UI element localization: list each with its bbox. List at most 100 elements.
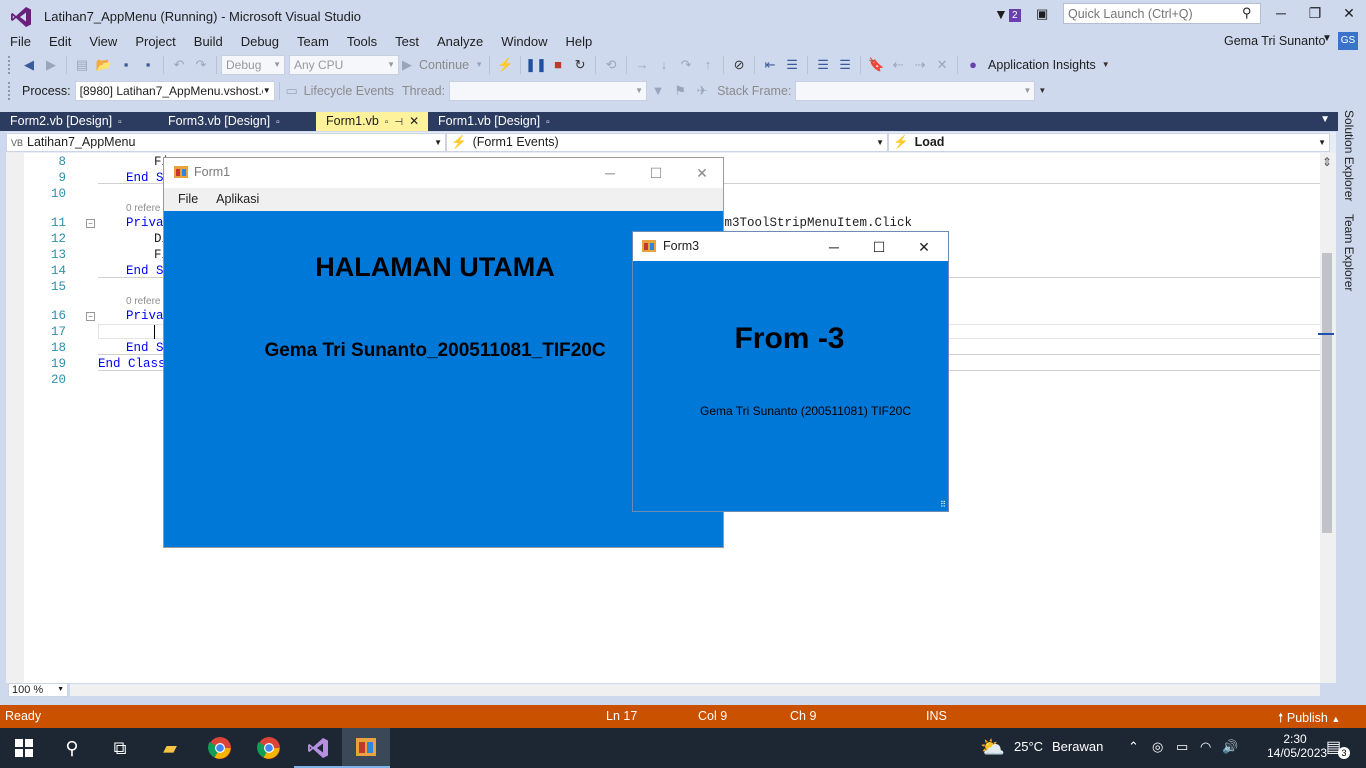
- redo-icon[interactable]: ↷: [190, 54, 212, 76]
- tab-form1-design[interactable]: Form1.vb [Design] ▫: [428, 112, 586, 131]
- toolbar-grip[interactable]: [8, 82, 12, 100]
- battery-icon[interactable]: ▭: [1176, 739, 1188, 755]
- chevron-down-icon[interactable]: ▼: [1322, 33, 1332, 44]
- show-next-statement-icon[interactable]: →: [631, 54, 653, 76]
- zoom-select[interactable]: 100 % ▼: [8, 683, 68, 697]
- thread-select[interactable]: ▼: [449, 81, 648, 101]
- step-out-icon[interactable]: ↑: [697, 54, 719, 76]
- split-icon[interactable]: ⇕: [1322, 155, 1332, 169]
- platform-select[interactable]: Any CPU ▼: [289, 55, 399, 75]
- notification-count-badge[interactable]: 3: [1338, 747, 1350, 759]
- menu-view[interactable]: View: [79, 33, 125, 51]
- restart-icon[interactable]: ↻: [569, 54, 591, 76]
- running-app-icon[interactable]: [342, 728, 390, 768]
- form1-menu-file[interactable]: File: [164, 188, 206, 211]
- indent-icon[interactable]: ☰: [812, 54, 834, 76]
- maximize-button[interactable]: ☐: [857, 236, 901, 258]
- process-select[interactable]: [8980] Latihan7_AppMenu.vshost.e ▼: [74, 81, 275, 101]
- flag-threads-icon[interactable]: ✈: [691, 80, 713, 102]
- pause-icon[interactable]: ❚❚: [525, 54, 547, 76]
- user-name[interactable]: Gema Tri Sunanto: [1224, 34, 1325, 48]
- horizontal-scrollbar[interactable]: [70, 684, 1320, 696]
- chrome-icon[interactable]: [196, 728, 244, 768]
- menu-debug[interactable]: Debug: [231, 33, 287, 51]
- bookmark-icon[interactable]: 🔖: [865, 54, 887, 76]
- code-line[interactable]: End Class: [98, 357, 166, 371]
- clock[interactable]: 2:30 14/05/2023: [1267, 732, 1327, 760]
- minimize-button[interactable]: ─: [587, 162, 633, 184]
- exceptions-icon[interactable]: ⊘: [728, 54, 750, 76]
- visual-studio-icon[interactable]: [294, 728, 342, 768]
- application-insights-button[interactable]: Application Insights: [988, 58, 1096, 72]
- chrome-profile-icon[interactable]: [245, 728, 293, 768]
- search-icon[interactable]: ⚲: [1242, 5, 1252, 21]
- avatar[interactable]: GS: [1338, 32, 1358, 50]
- chevron-down-icon[interactable]: ▼: [1100, 54, 1112, 76]
- menu-tools[interactable]: Tools: [337, 33, 385, 51]
- minimize-button[interactable]: ─: [812, 236, 856, 258]
- menu-build[interactable]: Build: [184, 33, 231, 51]
- form1-menu-aplikasi[interactable]: Aplikasi: [206, 188, 267, 211]
- step-into-icon[interactable]: ↓: [653, 54, 675, 76]
- feedback-icon[interactable]: ▣: [1036, 6, 1054, 24]
- project-select[interactable]: VB Latihan7_AppMenu ▼: [6, 133, 446, 152]
- meet-now-icon[interactable]: ◎: [1152, 739, 1163, 755]
- wifi-icon[interactable]: ◠: [1200, 739, 1211, 755]
- undo-icon[interactable]: ↶: [168, 54, 190, 76]
- restore-button[interactable]: ❐: [1300, 5, 1330, 25]
- filter-icon[interactable]: ▼: [647, 80, 669, 102]
- stack-frame-select[interactable]: ▼: [795, 81, 1036, 101]
- minimize-button[interactable]: ─: [1266, 5, 1296, 25]
- weather-icon[interactable]: ⛅: [980, 735, 1005, 760]
- close-button[interactable]: ✕: [1334, 5, 1364, 25]
- solution-explorer-tab[interactable]: Solution Explorer: [1342, 110, 1356, 201]
- form3-window[interactable]: Form3 ─ ☐ ✕ From -3 Gema Tri Sunanto (20…: [632, 231, 949, 512]
- call-stack-icon[interactable]: ☰: [781, 54, 803, 76]
- hot-reload-icon[interactable]: ⟲: [600, 54, 622, 76]
- continue-button[interactable]: Continue: [419, 58, 469, 72]
- code-line-tail[interactable]: om3ToolStripMenuItem.Click: [717, 216, 912, 230]
- publish-button[interactable]: 🠕 Publish ▲: [1278, 709, 1340, 730]
- flag-icon[interactable]: ⚑: [669, 80, 691, 102]
- chevron-down-icon[interactable]: ▼: [1035, 80, 1049, 102]
- form3-title-bar[interactable]: Form3 ─ ☐ ✕: [633, 232, 948, 261]
- reference-count[interactable]: 0 refere: [126, 296, 160, 307]
- notification-badge[interactable]: 2: [1009, 9, 1021, 22]
- menu-file[interactable]: File: [0, 33, 39, 51]
- menu-edit[interactable]: Edit: [39, 33, 79, 51]
- save-icon[interactable]: ▪: [115, 54, 137, 76]
- start-button[interactable]: [0, 728, 48, 768]
- menu-analyze[interactable]: Analyze: [427, 33, 491, 51]
- search-icon[interactable]: ⚲: [48, 728, 96, 768]
- object-select[interactable]: ⚡ (Form1 Events) ▼: [446, 133, 888, 152]
- weather-temperature[interactable]: 25°C: [1014, 739, 1043, 754]
- toolbar-grip[interactable]: [8, 56, 12, 74]
- config-select[interactable]: Debug ▼: [221, 55, 285, 75]
- open-file-icon[interactable]: 📂: [93, 54, 115, 76]
- form1-title-bar[interactable]: Form1 ─ ☐ ✕: [164, 158, 723, 188]
- tab-form1-code[interactable]: Form1.vb ▫ ⊣ ✕: [316, 112, 428, 131]
- close-button[interactable]: ✕: [679, 162, 725, 184]
- menu-project[interactable]: Project: [125, 33, 183, 51]
- stop-icon[interactable]: ■: [547, 54, 569, 76]
- menu-team[interactable]: Team: [287, 33, 337, 51]
- member-select[interactable]: ⚡ Load ▼: [888, 133, 1330, 152]
- lifecycle-events-button[interactable]: Lifecycle Events: [304, 84, 394, 98]
- clear-bookmarks-icon[interactable]: ✕: [931, 54, 953, 76]
- prev-bookmark-icon[interactable]: ⇠: [887, 54, 909, 76]
- forward-icon[interactable]: ▶: [40, 54, 62, 76]
- close-button[interactable]: ✕: [902, 236, 946, 258]
- team-explorer-tab[interactable]: Team Explorer: [1342, 214, 1356, 291]
- quick-launch-input[interactable]: [1063, 3, 1261, 24]
- file-explorer-icon[interactable]: ▰: [146, 728, 194, 768]
- collapse-icon[interactable]: −: [86, 312, 95, 321]
- reference-count[interactable]: 0 refere: [126, 203, 160, 214]
- task-view-icon[interactable]: ⧉: [96, 728, 144, 768]
- pin-icon[interactable]: ⊣: [394, 117, 403, 128]
- tab-form2-design[interactable]: Form2.vb [Design] ▫: [0, 112, 158, 131]
- resize-grip-icon[interactable]: ⠿: [940, 500, 946, 509]
- step-over-icon[interactable]: ↷: [675, 54, 697, 76]
- chevron-down-icon[interactable]: ▼: [1320, 114, 1330, 125]
- lightbulb-icon[interactable]: ●: [962, 54, 984, 76]
- save-all-icon[interactable]: ▪: [137, 54, 159, 76]
